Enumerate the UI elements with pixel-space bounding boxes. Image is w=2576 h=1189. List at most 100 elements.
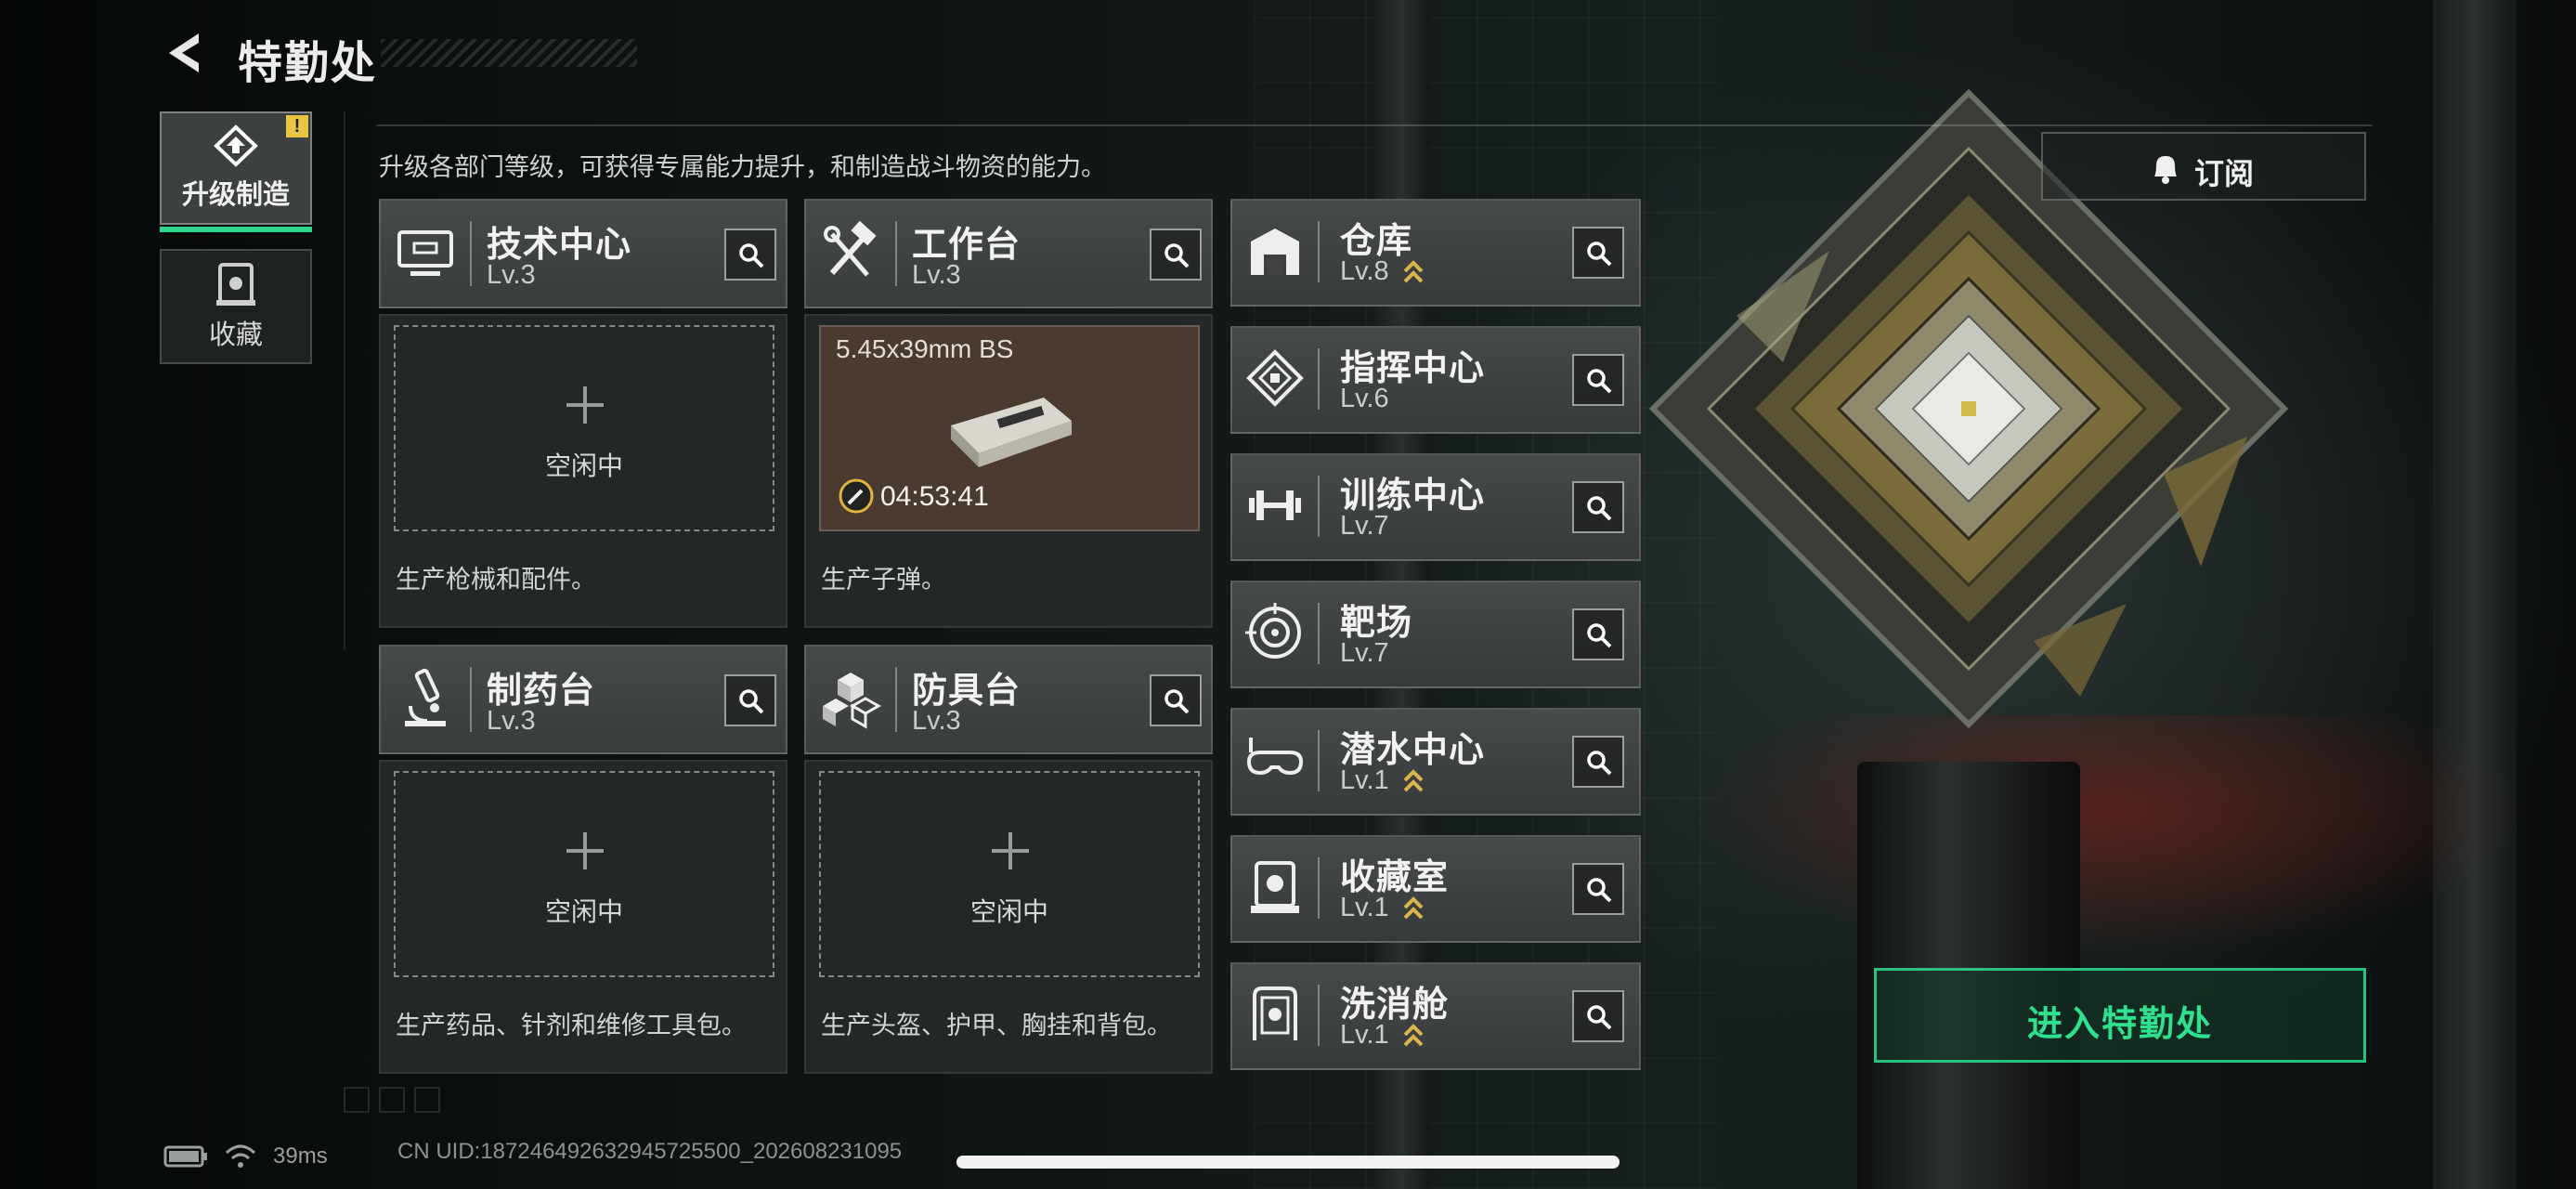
header-separator [1318,857,1320,919]
workbench-body: 空闲中 生产头盔、护甲、胸挂和背包。 [804,760,1213,1074]
back-button[interactable] [160,28,210,78]
facility-level-row: Lv.1 [1340,765,1425,796]
search-icon [1587,369,1612,394]
tab-collection[interactable]: 收藏 [160,249,312,364]
search-icon [739,689,764,714]
facility-name: 指挥中心 [1340,349,1486,388]
workbench-workstation: 工作台 Lv.3 5.45x39mm BS 04:53:41 生产子弹。 [804,199,1213,628]
hammer-wrench-icon [824,220,877,277]
page-title: 特勤处 [238,39,378,88]
facility-command-center[interactable]: 指挥中心 Lv.6 [1230,326,1641,434]
workbench-description: 生产头盔、护甲、胸挂和背包。 [821,1012,1172,1039]
facility-level: Lv.1 [1340,765,1389,795]
ping-value: 39ms [273,1143,328,1169]
production-slot-idle[interactable]: 空闲中 [819,771,1200,977]
inspect-button[interactable] [1150,229,1202,281]
search-icon [1587,1005,1612,1030]
header-separator [1318,603,1320,664]
workbench-armor: 防具台 Lv.3 空闲中 生产头盔、护甲、胸挂和背包。 [804,645,1213,1074]
facility-level: Lv.6 [1340,384,1389,413]
warehouse-icon [1251,229,1299,275]
workbench-level: Lv.3 [487,260,536,290]
workbench-name: 技术中心 [487,226,632,265]
upgrade-craft-icon [214,124,258,167]
tab-label: 收藏 [208,320,263,350]
workbench-body: 5.45x39mm BS 04:53:41 生产子弹。 [804,314,1213,628]
facility-collection-room[interactable]: 收藏室 Lv.1 [1230,835,1641,943]
workbench-header[interactable]: 技术中心 Lv.3 [379,199,787,308]
production-item-name: 5.45x39mm BS [836,334,1014,363]
workbench-description: 生产子弹。 [821,566,946,594]
facility-name: 靶场 [1340,604,1413,643]
inspect-button[interactable] [1572,481,1624,533]
inspect-button[interactable] [1572,608,1624,660]
active-tab-indicator [160,227,312,232]
header-separator [1318,221,1320,282]
subscribe-label: 订阅 [2194,157,2255,190]
search-icon [1587,878,1612,903]
search-icon [1587,623,1612,648]
upgrade-available-icon [1403,896,1424,920]
decoration-squares [344,1087,440,1113]
command-center-icon [1246,349,1304,407]
enter-special-ops-button[interactable]: 进入特勤处 [1874,968,2366,1063]
header-separator [1318,730,1320,791]
production-slot-idle[interactable]: 空闲中 [394,771,774,977]
header-separator [470,221,472,286]
workbench-tech-center: 技术中心 Lv.3 空闲中 生产枪械和配件。 [379,199,787,628]
facility-name: 仓库 [1340,222,1413,261]
header-separator [1318,476,1320,537]
workbench-header[interactable]: 防具台 Lv.3 [804,645,1213,754]
back-arrow-icon [169,33,199,72]
inspect-button[interactable] [1572,354,1624,406]
facility-warehouse[interactable]: 仓库 Lv.8 [1230,199,1641,307]
search-icon [739,243,764,268]
sidebar-divider [344,111,345,650]
header-separator [895,221,897,286]
diving-goggles-icon [1246,738,1304,776]
collection-room-icon [1251,861,1299,913]
inspect-button[interactable] [1572,736,1624,788]
workbench-pharmacy: 制药台 Lv.3 空闲中 生产药品、针剂和维修工具包。 [379,645,787,1074]
workbench-description: 生产药品、针剂和维修工具包。 [396,1012,747,1039]
tab-upgrade-craft[interactable]: ! 升级制造 [160,111,312,232]
production-slot-active[interactable]: 5.45x39mm BS 04:53:41 [819,325,1200,531]
plus-icon [992,832,1029,869]
workbench-header[interactable]: 制药台 Lv.3 [379,645,787,754]
inspect-button[interactable] [724,229,776,281]
title-decoration [381,39,637,67]
facility-name: 训练中心 [1340,477,1486,516]
tab-label: 升级制造 [181,180,290,210]
workbench-header[interactable]: 工作台 Lv.3 [804,199,1213,308]
workbench-description: 生产枪械和配件。 [396,566,596,594]
home-indicator[interactable] [956,1156,1620,1169]
production-slot-idle[interactable]: 空闲中 [394,325,774,531]
facility-shooting-range[interactable]: 靶场 Lv.7 [1230,581,1641,688]
facility-decon-chamber[interactable]: 洗消舱 Lv.1 [1230,962,1641,1070]
inspect-button[interactable] [1572,227,1624,279]
background-floor-glow [1690,715,2526,957]
inspect-button[interactable] [724,674,776,726]
facility-level: Lv.7 [1340,638,1389,668]
battery-icon [163,1145,207,1168]
facility-training-center[interactable]: 训练中心 Lv.7 [1230,453,1641,561]
workbench-name: 工作台 [912,226,1021,265]
page-subtitle: 升级各部门等级，可获得专属能力提升，和制造战斗物资的能力。 [379,153,1106,181]
inspect-button[interactable] [1572,863,1624,915]
bell-icon [2154,156,2177,184]
workbench-level: Lv.3 [487,706,536,736]
inspect-button[interactable] [1572,990,1624,1042]
alert-badge: ! [286,115,308,137]
header-separator [895,667,897,732]
facility-level-row: Lv.1 [1340,893,1425,923]
facility-diving-center[interactable]: 潜水中心 Lv.1 [1230,708,1641,816]
search-icon [1587,751,1612,776]
inspect-button[interactable] [1150,674,1202,726]
slot-status: 空闲中 [544,451,623,480]
subscribe-button[interactable]: 订阅 [2041,132,2366,201]
wrench-timer-icon [839,478,874,514]
facility-name: 潜水中心 [1340,731,1486,770]
status-bar: 39ms [163,1141,328,1172]
workbench-level: Lv.3 [912,260,961,290]
background-pillar [2433,0,2517,1189]
